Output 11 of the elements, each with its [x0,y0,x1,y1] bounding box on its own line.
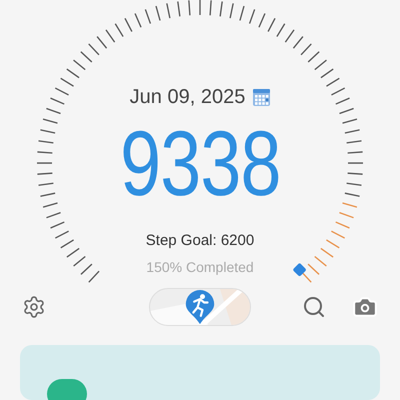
date-label: Jun 09, 2025 [130,85,246,110]
settings-icon[interactable] [22,295,46,320]
runner-pin-icon [184,290,216,326]
progress-marker [292,262,307,277]
step-goal: Step Goal: 6200 [146,231,254,251]
completion-label: 150% Completed [146,258,254,277]
card-icon [47,379,87,400]
calendar-icon[interactable] [253,88,270,106]
step-count: 9338 [120,118,280,210]
map-toggle[interactable] [149,288,251,326]
search-icon[interactable] [302,295,326,320]
